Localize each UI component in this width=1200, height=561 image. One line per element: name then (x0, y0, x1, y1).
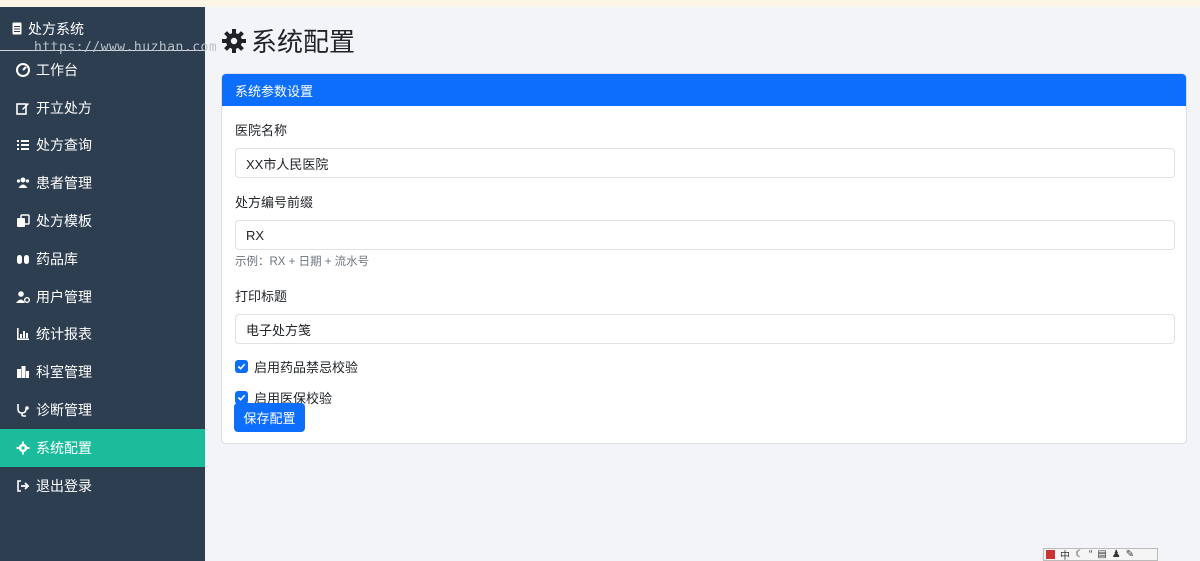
print-title-input[interactable] (235, 314, 1175, 344)
brand-title: 处方系统 (28, 20, 84, 37)
sidebar-item-label: 处方查询 (36, 137, 92, 154)
sidebar-item-label: 工作台 (36, 61, 78, 78)
checkbox-checked-icon[interactable] (235, 390, 248, 404)
ime-mode[interactable]: 中 (1060, 547, 1070, 561)
sidebar-item-settings[interactable]: 系统配置 (0, 428, 205, 467)
hospital-name-input[interactable] (235, 148, 1175, 178)
sidebar-item-diagnosis[interactable]: 诊断管理 (0, 391, 205, 429)
drug-contraindication-label: 启用药品禁忌校验 (254, 359, 359, 375)
gear-icon (16, 441, 30, 455)
insurance-check-row[interactable]: 启用医保校验 (235, 387, 1173, 407)
sidebar-item-label: 处方模板 (36, 213, 92, 230)
file-icon (12, 22, 22, 35)
sidebar-item-label: 系统配置 (36, 439, 92, 456)
chart-icon (16, 327, 30, 341)
user-cog-icon (16, 290, 30, 304)
prefix-input[interactable] (235, 220, 1175, 250)
clone-icon (16, 214, 30, 228)
logout-icon (16, 479, 30, 493)
sidebar-item-label: 科室管理 (36, 364, 92, 381)
sidebar-item-label: 退出登录 (36, 477, 92, 494)
card-body: 医院名称 处方编号前缀 示例：RX + 日期 + 流水号 打印标题 启用药品禁忌… (222, 106, 1186, 407)
sidebar-item-new-prescription[interactable]: 开立处方 (0, 89, 205, 127)
wrench-icon[interactable]: ✎ (1126, 549, 1134, 560)
page-title: 系统配置 (221, 22, 355, 59)
users-icon (16, 176, 30, 190)
gear-icon (222, 28, 246, 53)
print-title-label: 打印标题 (235, 289, 288, 304)
page-title-text: 系统配置 (251, 27, 356, 57)
sidebar-item-patients[interactable]: 患者管理 (0, 164, 205, 202)
sidebar-item-drugs[interactable]: 药品库 (0, 240, 205, 278)
sidebar-item-dashboard[interactable]: 工作台 (0, 51, 205, 89)
hospital-name-label: 医院名称 (235, 123, 288, 138)
sidebar-item-prescription-query[interactable]: 处方查询 (0, 127, 205, 165)
moon-icon[interactable]: ☾ (1075, 549, 1084, 560)
stethoscope-icon (16, 403, 30, 417)
ime-logo-icon (1046, 550, 1055, 559)
sidebar-item-logout[interactable]: 退出登录 (0, 467, 205, 505)
sidebar-item-reports[interactable]: 统计报表 (0, 316, 205, 354)
main-content: 系统配置 系统参数设置 医院名称 处方编号前缀 示例：RX + 日期 + 流水号… (205, 7, 1200, 561)
sidebar-item-users[interactable]: 用户管理 (0, 278, 205, 316)
prefix-hint: 示例：RX + 日期 + 流水号 (235, 256, 370, 268)
card-header: 系统参数设置 (222, 74, 1186, 106)
edit-icon (16, 101, 30, 115)
drug-contraindication-check-row[interactable]: 启用药品禁忌校验 (235, 356, 1173, 376)
settings-card: 系统参数设置 医院名称 处方编号前缀 示例：RX + 日期 + 流水号 打印标题… (221, 73, 1187, 444)
sidebar-nav: 工作台 开立处方 处方查询 患者管理 处方模板 药品库 用户管理 统计报表 科室… (0, 51, 205, 505)
user-icon[interactable]: ♟ (1112, 549, 1121, 560)
top-border (0, 0, 1200, 7)
list-icon (16, 138, 30, 152)
sidebar-item-templates[interactable]: 处方模板 (0, 202, 205, 240)
punctuation-icon[interactable]: “ (1089, 549, 1092, 560)
sidebar-item-label: 患者管理 (36, 175, 92, 192)
sidebar-item-label: 诊断管理 (36, 402, 92, 419)
sidebar-item-label: 开立处方 (36, 99, 92, 116)
prefix-label: 处方编号前缀 (235, 195, 314, 210)
keyboard-icon[interactable]: ▤ (1097, 549, 1106, 560)
sidebar-item-departments[interactable]: 科室管理 (0, 353, 205, 391)
checkbox-checked-icon[interactable] (235, 359, 248, 373)
pills-icon (16, 252, 30, 266)
gauge-icon (16, 62, 30, 77)
save-config-button[interactable]: 保存配置 (234, 403, 305, 432)
sidebar-item-label: 用户管理 (36, 288, 92, 305)
sidebar: 处方系统 https://www.huzhan.com 工作台 开立处方 处方查… (0, 7, 217, 561)
ime-toolbar[interactable]: 中 ☾ “ ▤ ♟ ✎ (1043, 548, 1158, 561)
sidebar-item-label: 统计报表 (36, 326, 92, 343)
building-icon (16, 365, 30, 379)
sidebar-brand: 处方系统 (0, 7, 205, 51)
sidebar-item-label: 药品库 (36, 250, 78, 267)
